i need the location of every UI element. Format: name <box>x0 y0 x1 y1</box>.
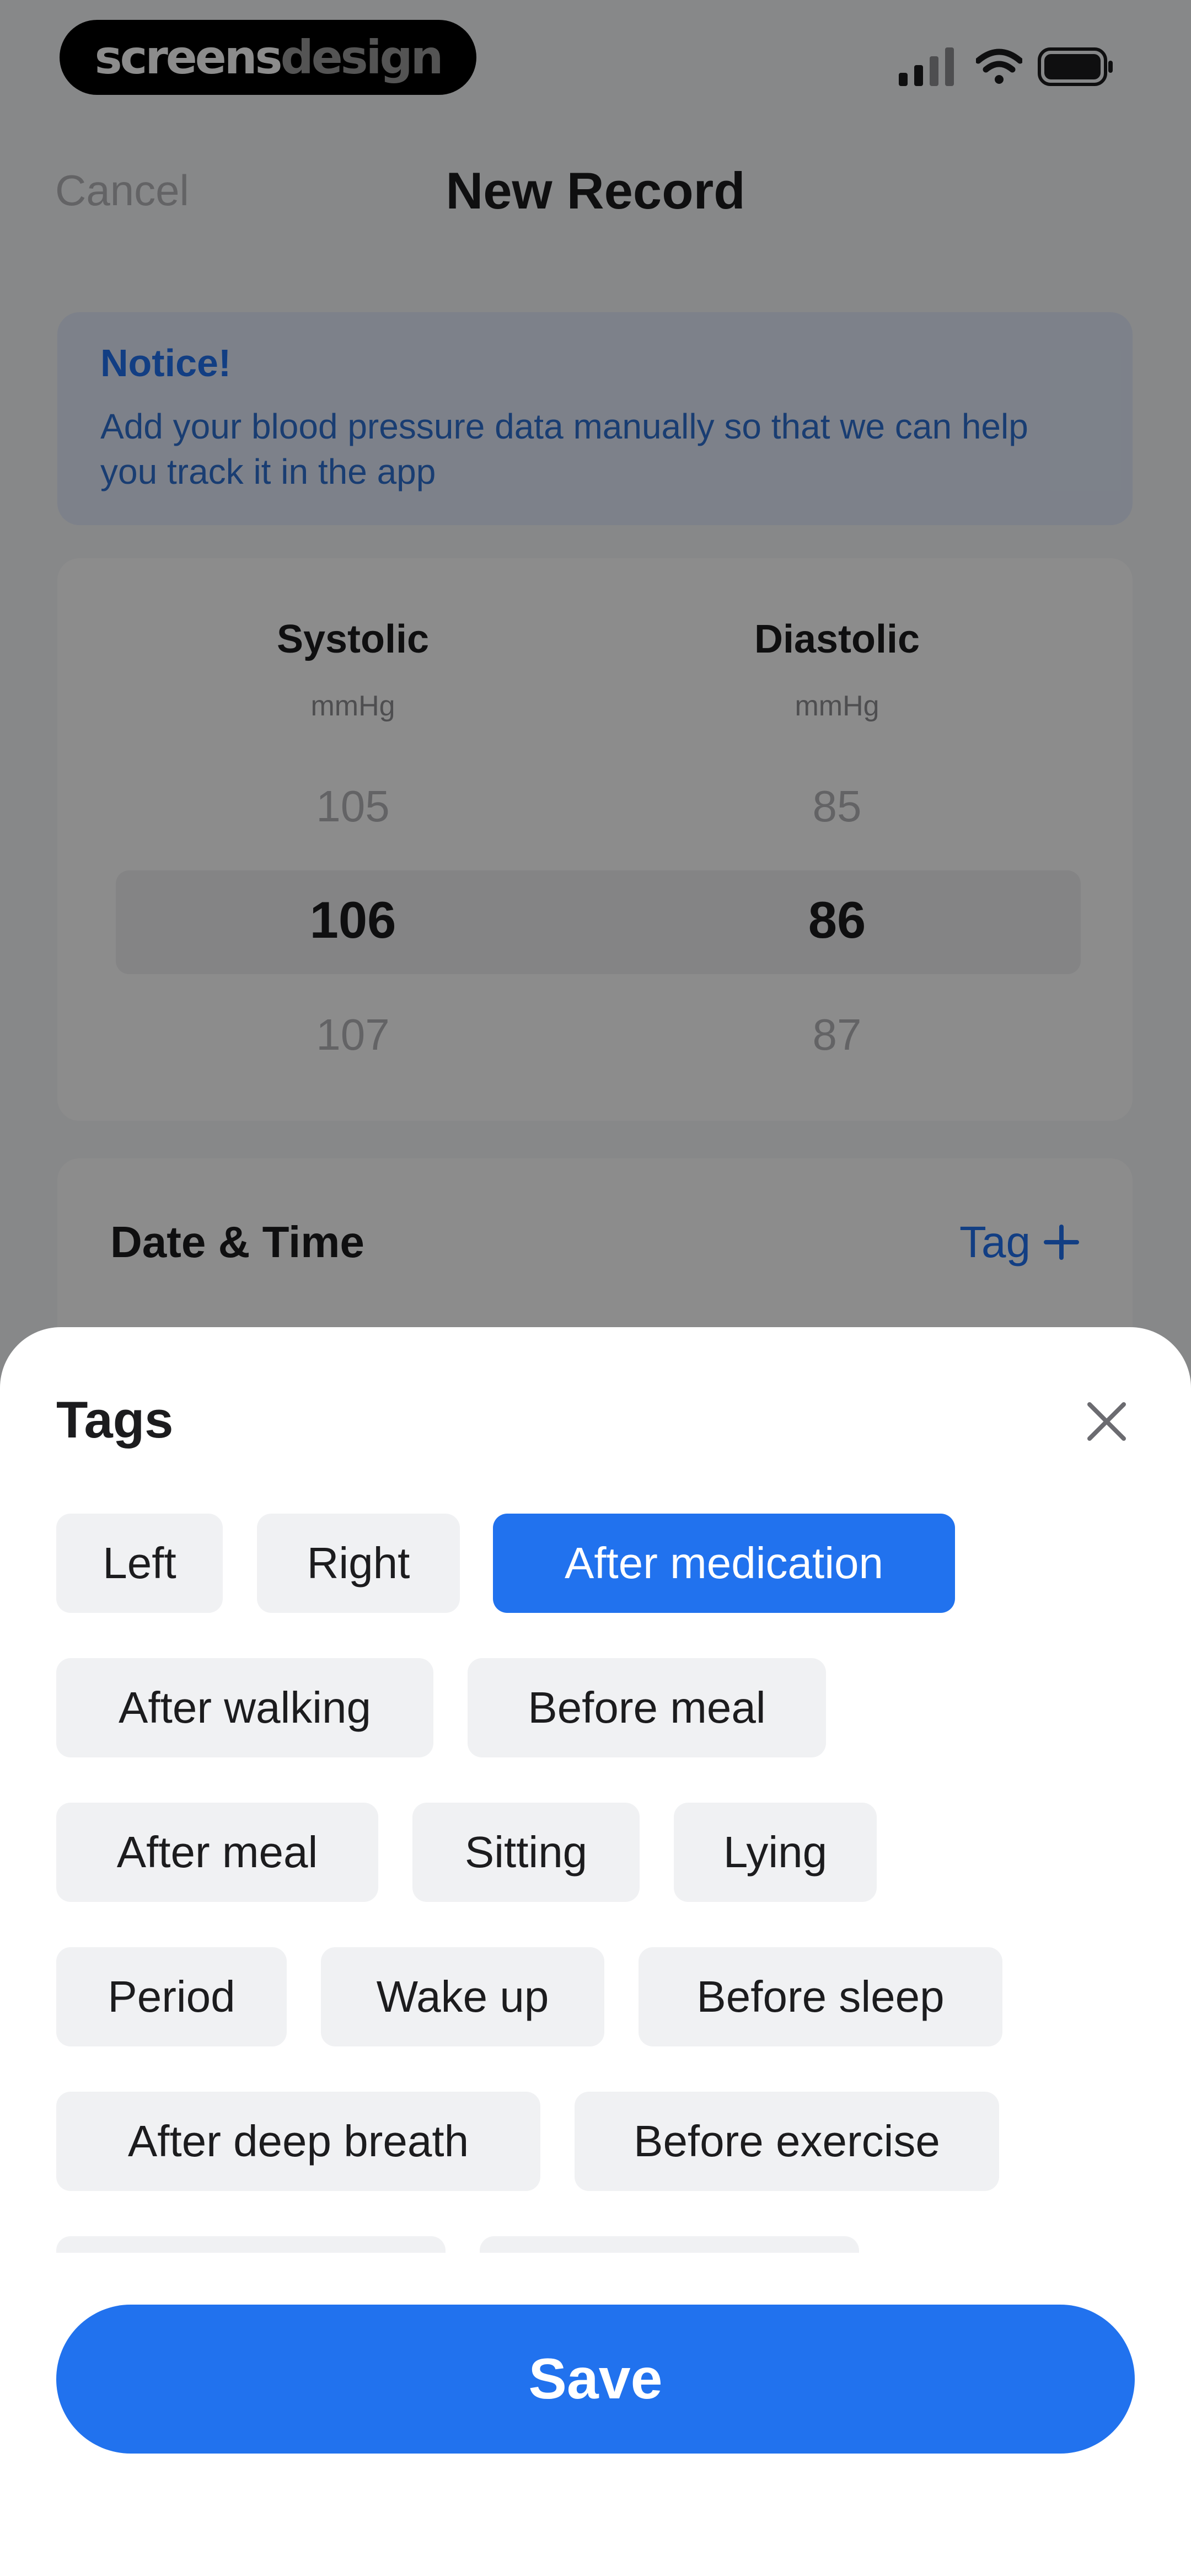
tag-chip[interactable]: After walking <box>56 1658 433 1757</box>
sheet-title: Tags <box>56 1391 174 1449</box>
tag-chip[interactable]: Lying <box>674 1803 877 1902</box>
save-button[interactable]: Save <box>56 2305 1135 2454</box>
tag-chip-partial[interactable] <box>56 2236 446 2253</box>
tag-chip[interactable]: After deep breath <box>56 2092 540 2191</box>
tag-chip[interactable]: Before meal <box>468 1658 826 1757</box>
tag-chip-selected[interactable]: After medication <box>493 1514 955 1613</box>
tag-chip[interactable]: Before sleep <box>639 1947 1002 2046</box>
close-icon[interactable] <box>1084 1399 1129 1444</box>
tag-chip[interactable]: Sitting <box>412 1803 640 1902</box>
tag-chip-partial[interactable] <box>480 2236 859 2253</box>
tag-chip[interactable]: Wake up <box>321 1947 604 2046</box>
tag-chip[interactable]: Period <box>56 1947 287 2046</box>
tag-chip[interactable]: Left <box>56 1514 223 1613</box>
tag-chip-list: Left Right After medication After walkin… <box>56 1514 1131 2253</box>
tag-chip[interactable]: Right <box>257 1514 460 1613</box>
tag-chip[interactable]: Before exercise <box>575 2092 999 2191</box>
tag-chip[interactable]: After meal <box>56 1803 378 1902</box>
